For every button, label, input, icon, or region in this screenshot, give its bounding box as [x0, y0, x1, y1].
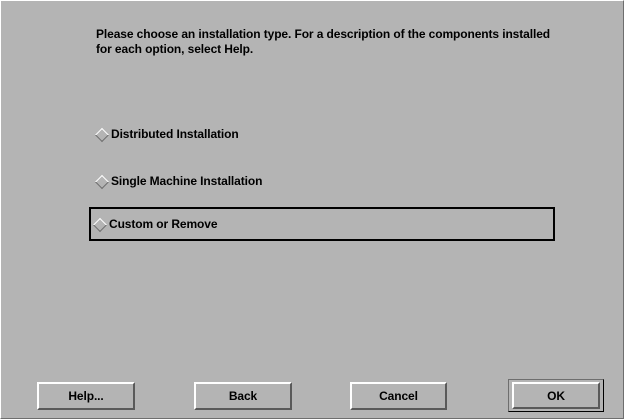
- installation-type-dialog: Please choose an installation type. For …: [0, 0, 624, 419]
- instructions-text: Please choose an installation type. For …: [96, 27, 550, 56]
- option-label: Custom or Remove: [109, 217, 218, 231]
- option-label: Single Machine Installation: [111, 174, 263, 188]
- ok-button[interactable]: OK: [512, 382, 600, 409]
- diamond-radio-icon[interactable]: [93, 218, 106, 231]
- back-button[interactable]: Back: [194, 382, 292, 410]
- option-single-machine-installation[interactable]: Single Machine Installation: [89, 164, 389, 198]
- help-button[interactable]: Help...: [37, 382, 135, 410]
- option-label: Distributed Installation: [111, 127, 239, 141]
- option-distributed-installation[interactable]: Distributed Installation: [89, 117, 389, 151]
- diamond-radio-icon[interactable]: [95, 128, 108, 141]
- option-custom-or-remove[interactable]: Custom or Remove: [89, 207, 555, 241]
- cancel-button[interactable]: Cancel: [350, 382, 447, 410]
- diamond-radio-icon[interactable]: [95, 175, 108, 188]
